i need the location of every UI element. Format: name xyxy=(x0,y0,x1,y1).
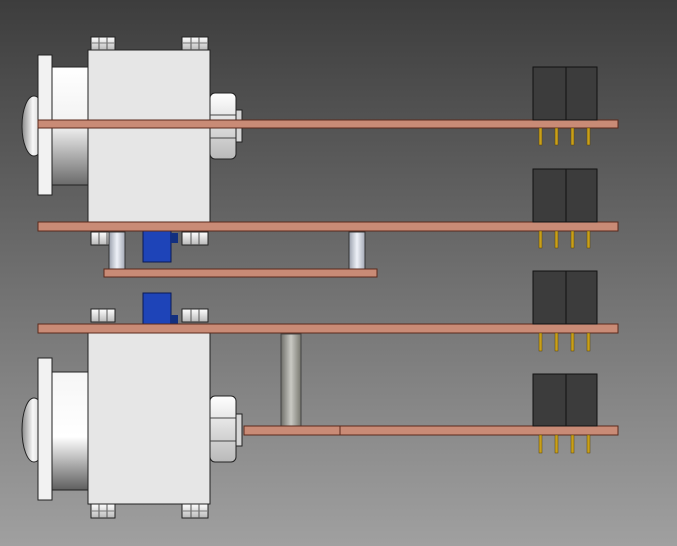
support-rod xyxy=(280,333,302,427)
standoff-right xyxy=(348,231,366,270)
standoff-left xyxy=(108,231,126,270)
board-4 xyxy=(37,323,619,334)
board-5 xyxy=(243,425,619,436)
board-2 xyxy=(37,221,619,232)
lower-flange xyxy=(37,357,53,501)
upper-motor-body xyxy=(87,49,211,223)
lower-motor-body xyxy=(87,331,211,505)
pcb-stack-assembly xyxy=(0,0,677,546)
lower-hub xyxy=(51,371,91,491)
board-3 xyxy=(103,268,378,278)
board-1 xyxy=(37,119,619,129)
cad-viewport[interactable] xyxy=(0,0,677,546)
